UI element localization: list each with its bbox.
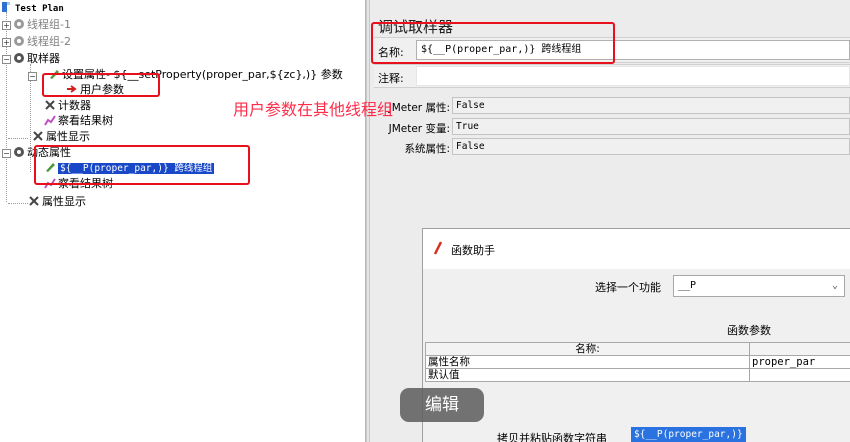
tree-label: 取样器 (27, 52, 60, 65)
param-name-cell[interactable]: 默认值 (425, 368, 750, 382)
tree-node-thread-group-1[interactable]: 线程组-1 (13, 18, 71, 32)
annotation-text: 用户参数在其他线程组 (233, 100, 394, 119)
system-properties-select[interactable]: False (452, 138, 850, 155)
wrench-icon (28, 195, 40, 207)
wrench-icon (32, 130, 44, 142)
copy-function-field[interactable]: ${__P(proper_par,)} (631, 427, 746, 442)
collapse-toggle[interactable]: − (2, 149, 11, 158)
column-header-value (749, 342, 850, 356)
tree-node-property-display-2[interactable]: 属性显示 (28, 195, 86, 209)
function-select[interactable]: __P ⌄ (673, 275, 845, 297)
expand-toggle[interactable]: + (2, 38, 11, 47)
collapse-toggle[interactable]: − (2, 55, 11, 64)
wrench-icon (44, 99, 56, 111)
function-params-table: 名称: 属性名称 proper_par 默认值 (425, 342, 850, 382)
highlight-box-user-params (42, 73, 160, 97)
comment-row: 注释: (374, 64, 850, 88)
function-helper-dialog: 函数助手 选择一个功能 __P ⌄ 函数参数 名称: 属性名称 proper_p… (422, 228, 850, 442)
thread-group-gear-icon (13, 52, 25, 64)
function-helper-titlebar: 函数助手 (423, 229, 850, 269)
function-helper-title: 函数助手 (451, 244, 495, 257)
thread-group-gear-icon (13, 18, 25, 30)
jmeter-variables-select[interactable]: True (452, 118, 850, 135)
tree-label: 计数器 (58, 99, 91, 112)
table-row[interactable]: 属性名称 proper_par (425, 355, 850, 369)
function-select-value: __P (678, 280, 697, 291)
thread-group-gear-icon (13, 146, 25, 158)
function-helper-icon (433, 241, 443, 258)
comment-field[interactable] (416, 66, 850, 86)
function-select-label: 选择一个功能 (595, 281, 661, 294)
function-params-heading: 函数参数 (727, 324, 771, 337)
highlight-box-name (371, 22, 615, 64)
tree-node-counter[interactable]: 计数器 (44, 99, 91, 113)
chevron-down-icon: ⌄ (831, 280, 838, 291)
system-properties-label: 系统属性: (404, 143, 450, 155)
tree-label: 属性显示 (42, 195, 86, 208)
test-plan-icon (1, 1, 13, 13)
tree-label: Test Plan (15, 4, 64, 14)
column-header-name: 名称: (425, 342, 750, 356)
test-plan-tree[interactable]: Test Plan + 线程组-1 + 线程组-2 − 取样器 − 设置属性- … (0, 0, 366, 442)
param-name-cell[interactable]: 属性名称 (425, 355, 750, 369)
param-value-cell[interactable] (749, 368, 850, 382)
param-value-cell[interactable]: proper_par (749, 355, 850, 369)
edit-overlay[interactable]: 编辑 (400, 388, 484, 422)
tree-guide-line (8, 138, 28, 139)
collapse-toggle[interactable]: − (28, 72, 37, 81)
tree-node-thread-group-2[interactable]: 线程组-2 (13, 35, 71, 49)
tree-label: 察看结果树 (58, 114, 113, 127)
copy-function-label: 拷贝并粘贴函数字符串 (497, 432, 607, 442)
thread-group-gear-icon (13, 35, 25, 47)
jmeter-properties-select[interactable]: False (452, 97, 850, 114)
table-header-row: 名称: (425, 342, 850, 356)
tree-guide-line (8, 203, 28, 204)
tree-node-view-results[interactable]: 察看结果树 (44, 114, 113, 128)
highlight-box-dynamic-property (34, 145, 250, 185)
chart-icon (44, 114, 56, 126)
tree-node-property-display[interactable]: 属性显示 (32, 130, 90, 144)
jmeter-variables-label: JMeter 变量: (388, 123, 450, 135)
tree-label: 线程组-1 (27, 18, 71, 31)
tree-node-sampler-group[interactable]: 取样器 (13, 52, 60, 66)
tree-label: 线程组-2 (27, 35, 71, 48)
tree-node-test-plan[interactable]: Test Plan (1, 1, 64, 15)
expand-toggle[interactable]: + (2, 21, 11, 30)
table-row[interactable]: 默认值 (425, 368, 850, 382)
comment-label: 注释: (378, 72, 404, 85)
tree-label: 属性显示 (46, 130, 90, 143)
